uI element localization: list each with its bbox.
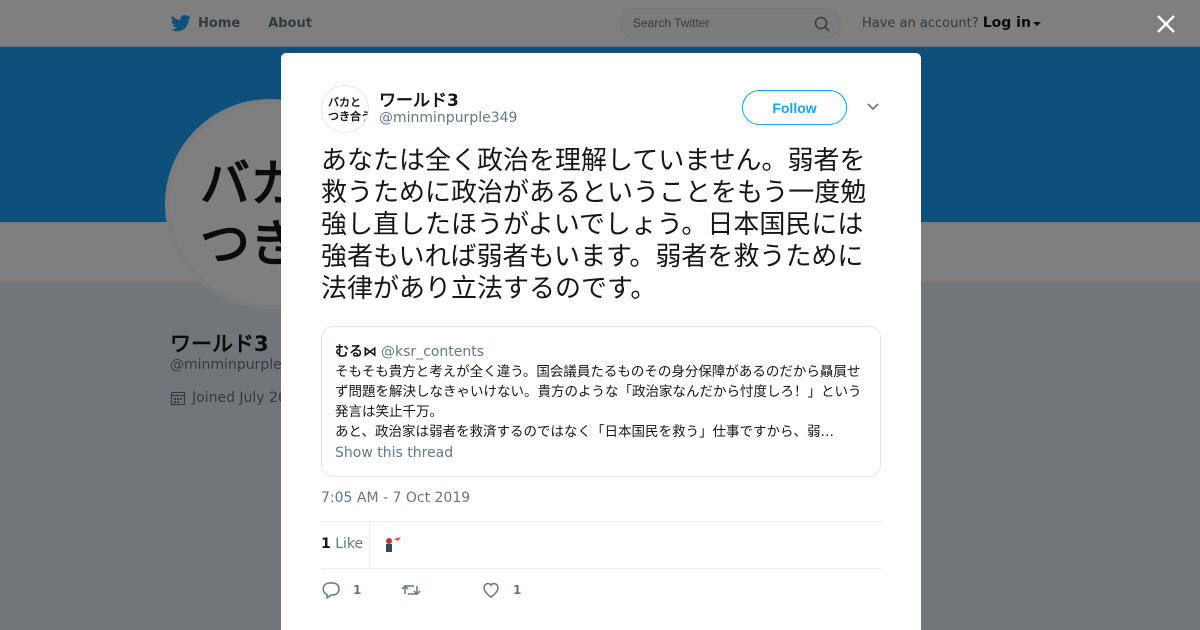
author-name[interactable]: ワールド3 [379, 86, 459, 111]
author-avatar[interactable]: バカと つき合うな [321, 85, 369, 133]
quoted-tweet-text: そもそも貴方と考えが全く違う。国会議員たるものその身分保障があるのだから贔屓せず… [335, 364, 862, 440]
close-icon[interactable] [1154, 12, 1178, 36]
stats-divider [369, 522, 370, 569]
like-button[interactable]: 1 [481, 580, 521, 600]
quoted-author-handle: @ksr_contents [381, 344, 485, 360]
reply-button[interactable]: 1 [321, 580, 361, 600]
liker-avatar[interactable] [379, 532, 405, 558]
heart-icon [483, 582, 499, 598]
show-thread-link[interactable]: Show this thread [335, 445, 453, 461]
tweet-modal: バカと つき合うな ワールド3 @minminpurple349 Follow … [281, 53, 921, 630]
quoted-tweet-header: むる⋈ @ksr_contents [335, 341, 484, 361]
reply-count: 1 [353, 583, 362, 597]
author-handle[interactable]: @minminpurple349 [379, 110, 517, 126]
tweet-text: あなたは全く政治を理解していません。弱者を救うために政治があるということをもう一… [321, 146, 867, 304]
tweet-stats: 1 Like [321, 521, 881, 569]
tweet-timestamp[interactable]: 7:05 AM - 7 Oct 2019 [321, 490, 470, 506]
likes-count[interactable]: 1 Like [321, 536, 363, 552]
like-count: 1 [513, 583, 522, 597]
tweet-actions: 1 1 [321, 580, 881, 604]
follow-button[interactable]: Follow [742, 90, 847, 125]
retweet-icon [401, 584, 421, 596]
chevron-down-icon[interactable] [866, 101, 880, 113]
author-avatar-image-text: バカと つき合うな [328, 96, 368, 123]
reply-icon [322, 582, 340, 599]
quoted-author-name: むる⋈ [335, 344, 377, 360]
quoted-tweet[interactable]: むる⋈ @ksr_contents そもそも貴方と考えが全く違う。国会議員たるもの… [321, 326, 881, 477]
retweet-button[interactable] [401, 580, 433, 600]
